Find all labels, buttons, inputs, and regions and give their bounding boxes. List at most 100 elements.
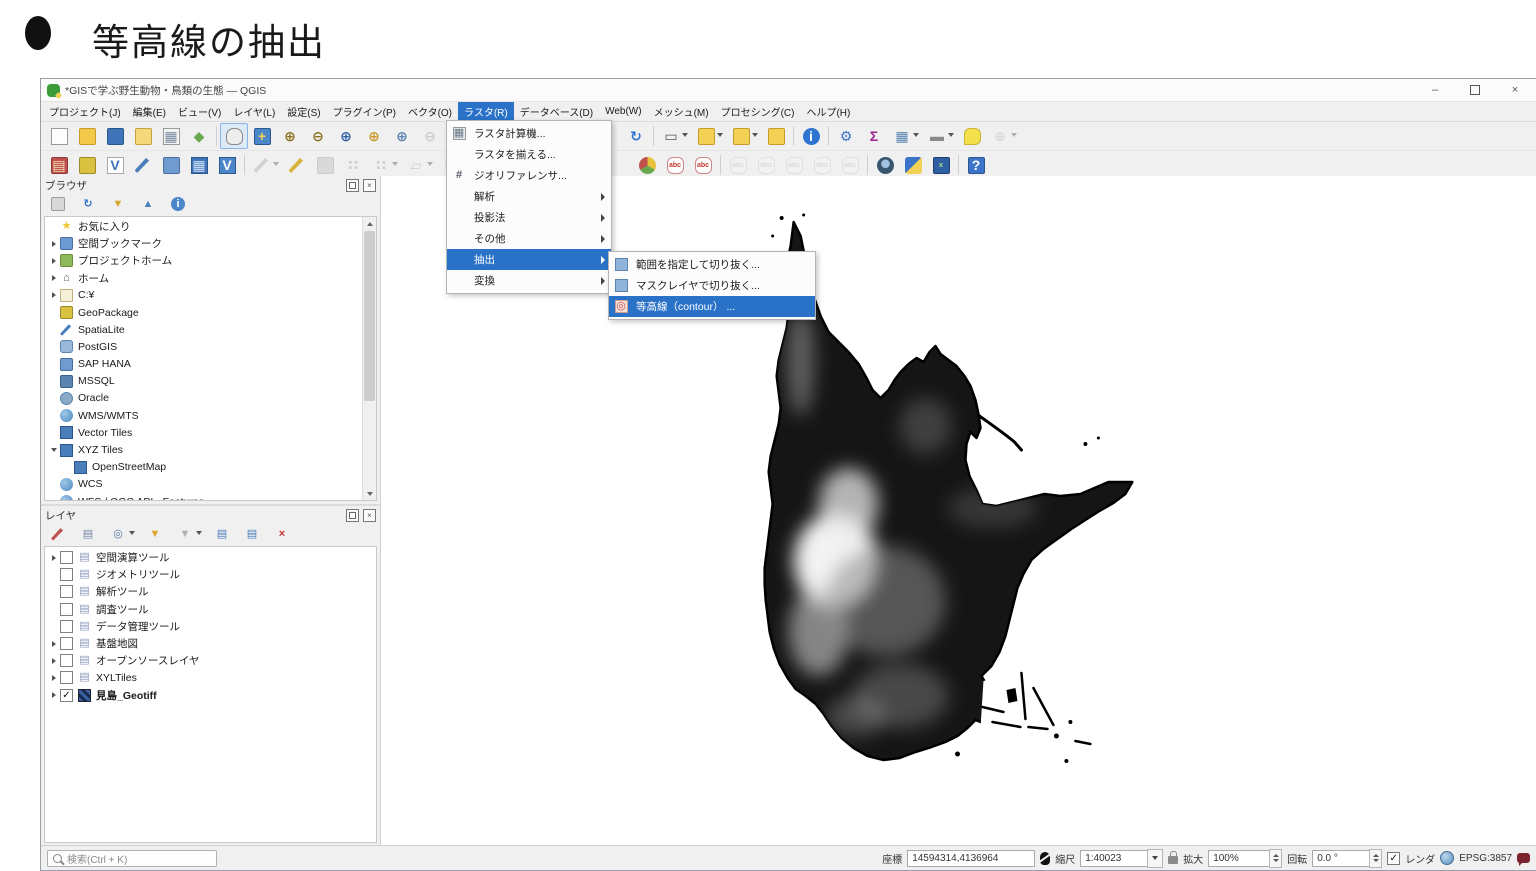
add-vector-layer-button[interactable]: V <box>101 152 129 178</box>
data-management-tools-checkbox[interactable] <box>60 620 73 633</box>
menu-settings[interactable]: 設定(S) <box>281 102 326 121</box>
properties-widget-button[interactable]: i <box>164 191 192 217</box>
current-edits-button[interactable] <box>248 152 276 178</box>
browser-item-favorites[interactable]: ★お気に入り <box>45 218 363 235</box>
expander-icon[interactable] <box>49 241 59 247</box>
browser-item-postgis[interactable]: PostGIS <box>45 338 363 355</box>
expander-icon[interactable] <box>49 555 59 561</box>
map-refresh-button[interactable]: ↻ <box>622 123 650 149</box>
map-tips-button[interactable] <box>958 123 986 149</box>
browser-item-geopackage[interactable]: GeoPackage <box>45 304 363 321</box>
coordinates-input[interactable]: 14594314,4136964 <box>907 850 1035 867</box>
dropdown-arrow-icon[interactable] <box>273 162 279 166</box>
browser-undock-icon[interactable] <box>346 179 359 192</box>
crs-globe-icon[interactable] <box>1440 851 1454 865</box>
scale-combobox[interactable]: 1:40023 <box>1080 850 1148 867</box>
project-save-button[interactable] <box>101 123 129 149</box>
browser-item-wms-wmts[interactable]: WMS/WMTS <box>45 407 363 424</box>
layer-item-analysis-tools[interactable]: ▤解析ツール <box>45 583 376 600</box>
dropdown-arrow-icon[interactable] <box>717 133 723 137</box>
diagram-1-button[interactable]: abc <box>724 152 752 178</box>
expander-icon[interactable] <box>49 292 59 298</box>
diagram-5-button[interactable]: abc <box>836 152 864 178</box>
scroll-down-icon[interactable] <box>363 487 376 500</box>
dropdown-arrow-icon[interactable] <box>948 133 954 137</box>
dropdown-arrow-icon[interactable] <box>392 162 398 166</box>
menu-raster[interactable]: ラスタ(R) <box>458 102 514 121</box>
scrollbar-thumb[interactable] <box>364 231 375 401</box>
expander-icon[interactable] <box>49 658 59 664</box>
pan-map-button[interactable] <box>220 123 248 149</box>
toggle-editing-button[interactable] <box>283 152 311 178</box>
menu-mesh[interactable]: メッシュ(M) <box>648 102 715 121</box>
menu-project[interactable]: プロジェクト(J) <box>43 102 127 121</box>
geometry-tools-checkbox[interactable] <box>60 568 73 581</box>
browser-item-xyz-tiles[interactable]: XYZ Tiles <box>45 441 363 458</box>
zoom-to-layer-button[interactable]: ⊕ <box>388 123 416 149</box>
project-save-as-button[interactable] <box>129 123 157 149</box>
expand-all-button[interactable]: ▤ <box>208 521 236 547</box>
label-pin-button[interactable]: abc <box>661 152 689 178</box>
add-selected-layers-button[interactable] <box>44 191 72 217</box>
base-map-checkbox[interactable] <box>60 637 73 650</box>
raster-menu-miscellaneous[interactable]: その他 <box>447 228 611 249</box>
maximize-button[interactable] <box>1458 80 1492 100</box>
remove-layer-button[interactable]: × <box>268 521 296 547</box>
survey-tools-checkbox[interactable] <box>60 603 73 616</box>
diagram-4-button[interactable]: abc <box>808 152 836 178</box>
expander-icon[interactable] <box>49 447 59 453</box>
xyltiles-checkbox[interactable] <box>60 671 73 684</box>
spatial-tools-checkbox[interactable] <box>60 551 73 564</box>
diagram-3-button[interactable]: abc <box>780 152 808 178</box>
expander-icon[interactable] <box>49 675 59 681</box>
browser-item-vector-tiles[interactable]: Vector Tiles <box>45 424 363 441</box>
opensource-layers-checkbox[interactable] <box>60 654 73 667</box>
browser-item-c-drive[interactable]: C:¥ <box>45 287 363 304</box>
zoom-out-button[interactable]: ⊖ <box>304 123 332 149</box>
browser-scrollbar[interactable] <box>362 217 376 500</box>
diagram-2-button[interactable]: abc <box>752 152 780 178</box>
dropdown-arrow-icon[interactable] <box>913 133 919 137</box>
expander-icon[interactable] <box>49 258 59 264</box>
raster-menu-projections[interactable]: 投影法 <box>447 207 611 228</box>
options-gear-button[interactable]: ⚙ <box>832 123 860 149</box>
raster-menu-analysis[interactable]: 解析 <box>447 186 611 207</box>
vertex-tool-button[interactable]: ▱ <box>402 152 430 178</box>
layer-item-data-management-tools[interactable]: ▤データ管理ツール <box>45 618 376 635</box>
dropdown-arrow-icon[interactable] <box>1011 133 1017 137</box>
layer-labeling-button[interactable] <box>633 152 661 178</box>
select-all-button[interactable] <box>762 123 790 149</box>
layers-undock-icon[interactable] <box>346 509 359 522</box>
magnifier-spinner[interactable] <box>1269 849 1282 868</box>
label-abc-button[interactable]: abc <box>689 152 717 178</box>
help-button[interactable]: ? <box>962 152 990 178</box>
add-group-button[interactable]: ▤ <box>74 521 102 547</box>
menu-web[interactable]: Web(W) <box>599 102 647 121</box>
browser-item-wfs-ogc-api[interactable]: WFS / OGC API - Features <box>45 493 363 500</box>
rotation-input[interactable]: 0.0 ° <box>1312 850 1370 867</box>
search-input[interactable]: 検索(Ctrl + K) <box>47 850 217 867</box>
browser-item-wcs[interactable]: WCS <box>45 476 363 493</box>
crs-label[interactable]: EPSG:3857 <box>1459 853 1512 864</box>
submenu-contour[interactable]: ◎等高線（contour） ... <box>609 296 815 317</box>
submenu-clip-by-extent[interactable]: 範囲を指定して切り抜く... <box>609 254 815 275</box>
submenu-clip-by-mask[interactable]: マスクレイヤで切り抜く... <box>609 275 815 296</box>
magnifier-input[interactable]: 100% <box>1208 850 1270 867</box>
menu-processing[interactable]: プロセシング(C) <box>715 102 801 121</box>
measure-button[interactable]: ▬ <box>923 123 951 149</box>
pan-to-selection-button[interactable]: + <box>248 123 276 149</box>
layer-item-base-map[interactable]: ▤基盤地図 <box>45 635 376 652</box>
minimize-button[interactable]: – <box>1418 80 1452 100</box>
analysis-tools-checkbox[interactable] <box>60 585 73 598</box>
add-feature-button[interactable]: ∷ <box>367 152 395 178</box>
style-manager-button[interactable]: ◆ <box>185 123 213 149</box>
menu-edit[interactable]: 編集(E) <box>127 102 172 121</box>
project-new-button[interactable] <box>45 123 73 149</box>
layer-item-spatial-tools[interactable]: ▤空間演算ツール <box>45 549 376 566</box>
new-spatial-bookmark-button[interactable]: ⊕ <box>986 123 1014 149</box>
menu-database[interactable]: データベース(D) <box>514 102 599 121</box>
manage-map-themes-button[interactable]: ◎ <box>104 521 132 547</box>
filter-legend-button[interactable]: ▼ <box>141 521 169 547</box>
browser-item-oracle[interactable]: Oracle <box>45 390 363 407</box>
add-spatialite-layer-button[interactable] <box>129 152 157 178</box>
